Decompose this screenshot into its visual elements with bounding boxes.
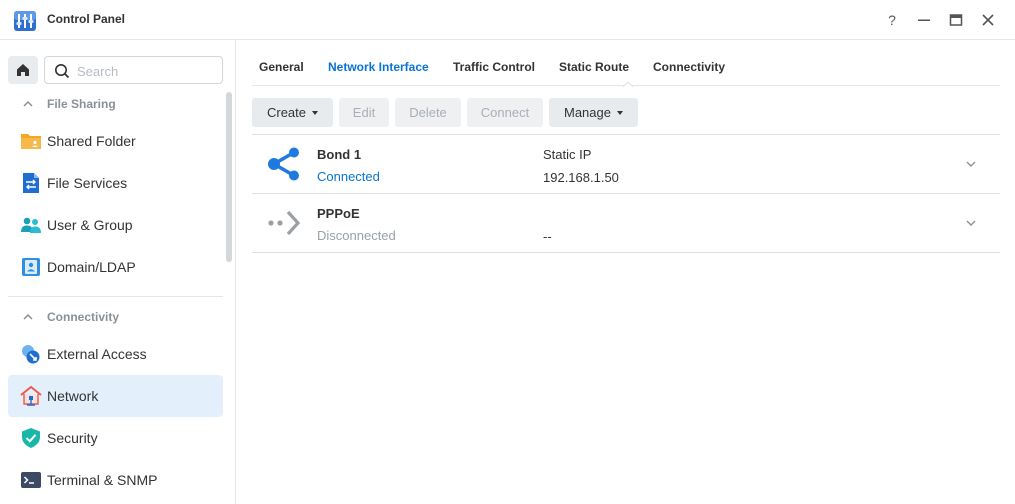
search-box — [44, 56, 223, 84]
sidebar-divider — [8, 296, 223, 297]
maximize-icon — [949, 14, 963, 26]
interface-name: PPPoE — [317, 206, 360, 221]
chevron-up-icon — [23, 100, 33, 107]
sidebar-item-label: User & Group — [47, 217, 133, 233]
external-access-icon — [22, 345, 40, 364]
manage-button-label: Manage — [564, 105, 611, 120]
caret-down-icon — [616, 110, 623, 115]
help-button[interactable]: ? — [882, 10, 902, 30]
tab-general[interactable]: General — [259, 60, 304, 74]
maximize-button[interactable] — [946, 10, 966, 30]
close-icon — [982, 14, 994, 26]
shield-icon — [22, 428, 40, 448]
section-label: Connectivity — [47, 310, 120, 324]
active-tab-indicator — [623, 81, 633, 87]
minimize-icon — [918, 19, 930, 21]
section-header-connectivity[interactable]: Connectivity — [22, 307, 119, 327]
close-button[interactable] — [978, 10, 998, 30]
sidebar-item-user-group[interactable]: User & Group — [8, 204, 223, 246]
window-title: Control Panel — [47, 12, 126, 26]
delete-button[interactable]: Delete — [395, 98, 461, 127]
section-label: File Sharing — [47, 97, 116, 111]
search-icon — [55, 64, 70, 79]
edit-button[interactable]: Edit — [339, 98, 389, 127]
interface-row[interactable]: Bond 1 Connected Static IP 192.168.1.50 — [252, 135, 1000, 194]
sidebar-item-terminal-snmp[interactable]: Terminal & SNMP — [8, 459, 223, 501]
network-icon — [20, 385, 42, 406]
manage-button[interactable]: Manage — [549, 98, 638, 127]
sidebar-item-label: Domain/LDAP — [47, 259, 136, 275]
interface-ip-address: -- — [543, 229, 552, 244]
interface-status: Disconnected — [317, 228, 396, 243]
section-header-file-sharing[interactable]: File Sharing — [22, 94, 116, 114]
sidebar: File Sharing Shared Folder File Services… — [0, 40, 236, 504]
tab-bar: General Network Interface Traffic Contro… — [252, 40, 1000, 87]
sidebar-item-label: Security — [47, 430, 98, 446]
home-button[interactable] — [8, 56, 38, 84]
pppoe-icon — [268, 210, 301, 236]
sidebar-item-label: Terminal & SNMP — [47, 472, 158, 488]
sidebar-item-label: File Services — [47, 175, 128, 191]
tab-network-interface[interactable]: Network Interface — [328, 60, 429, 74]
caret-down-icon — [312, 110, 319, 115]
file-services-icon — [23, 173, 39, 193]
sidebar-item-label: Network — [47, 388, 99, 404]
title-bar: Control Panel ? — [0, 0, 1015, 40]
interface-name: Bond 1 — [317, 147, 362, 162]
domain-ldap-icon — [22, 258, 40, 276]
interface-row[interactable]: PPPoE Disconnected -- — [252, 194, 1000, 253]
sidebar-item-external-access[interactable]: External Access — [8, 333, 223, 375]
help-icon: ? — [888, 12, 896, 28]
control-panel-app-icon — [14, 11, 36, 31]
tab-static-route[interactable]: Static Route — [559, 60, 629, 74]
sidebar-item-security[interactable]: Security — [8, 417, 223, 459]
sidebar-scrollbar[interactable] — [226, 92, 232, 262]
interface-ip-address: 192.168.1.50 — [543, 170, 619, 185]
sidebar-item-label: External Access — [47, 346, 147, 362]
create-button[interactable]: Create — [252, 98, 333, 127]
sidebar-item-domain-ldap[interactable]: Domain/LDAP — [8, 246, 223, 288]
interface-status: Connected — [317, 169, 380, 184]
home-icon — [17, 64, 29, 76]
interface-ip-type: Static IP — [543, 147, 592, 162]
search-input[interactable] — [77, 62, 217, 80]
create-button-label: Create — [266, 105, 307, 120]
chevron-up-icon — [23, 313, 33, 320]
tab-traffic-control[interactable]: Traffic Control — [453, 60, 535, 74]
user-group-icon — [21, 217, 41, 233]
terminal-icon — [21, 472, 41, 488]
connect-button[interactable]: Connect — [467, 98, 543, 127]
shared-folder-icon — [21, 134, 41, 149]
minimize-button[interactable] — [914, 10, 934, 30]
sidebar-item-label: Shared Folder — [47, 133, 136, 149]
sidebar-item-network[interactable]: Network — [8, 375, 223, 417]
sidebar-item-shared-folder[interactable]: Shared Folder — [8, 120, 223, 162]
tab-connectivity[interactable]: Connectivity — [653, 60, 725, 74]
chevron-down-icon[interactable] — [964, 157, 978, 171]
bond-share-icon — [268, 147, 299, 181]
sidebar-item-file-services[interactable]: File Services — [8, 162, 223, 204]
chevron-down-icon[interactable] — [964, 216, 978, 230]
